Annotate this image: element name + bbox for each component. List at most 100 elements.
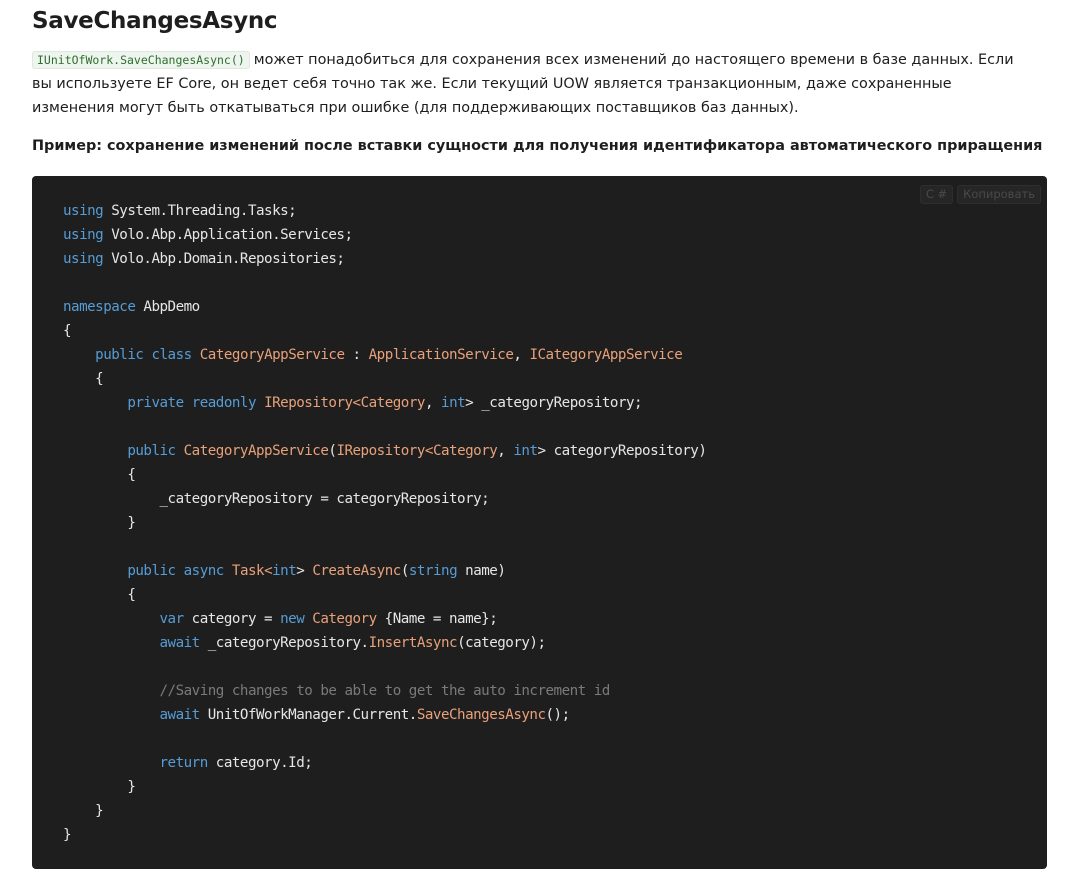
code-token: < bbox=[424, 443, 434, 459]
code-token: { bbox=[63, 323, 72, 339]
code-token: , bbox=[497, 443, 514, 459]
code-token: namespace bbox=[63, 299, 136, 315]
code-line: //Saving changes to be able to get the a… bbox=[63, 679, 706, 703]
code-token: class bbox=[151, 347, 192, 363]
code-token: Category bbox=[360, 395, 426, 411]
code-token: Category bbox=[432, 443, 498, 459]
code-token: ICategoryAppService bbox=[529, 347, 683, 363]
code-token: AbpDemo bbox=[135, 299, 200, 315]
code-line: } bbox=[63, 823, 706, 847]
code-line: using Volo.Abp.Application.Services; bbox=[63, 223, 706, 247]
code-line: public async Task<int> CreateAsync(strin… bbox=[63, 559, 706, 583]
code-line: await UnitOfWorkManager.Current.SaveChan… bbox=[63, 703, 706, 727]
code-token: (); bbox=[545, 707, 571, 723]
code-token: int bbox=[272, 563, 297, 579]
code-token: category.Id; bbox=[207, 755, 313, 771]
code-token: return bbox=[159, 755, 209, 771]
code-line: await _categoryRepository.InsertAsync(ca… bbox=[63, 631, 706, 655]
code-token: SaveChangesAsync bbox=[416, 707, 546, 723]
code-token: } bbox=[63, 515, 136, 531]
code-token: name) bbox=[457, 563, 506, 579]
code-line: { bbox=[63, 367, 706, 391]
code-token: UnitOfWorkManager.Current. bbox=[199, 707, 418, 723]
code-token: private bbox=[127, 395, 184, 411]
code-content: using System.Threading.Tasks; using Volo.… bbox=[63, 199, 707, 847]
inline-code-unitofwork: IUnitOfWork.SaveChangesAsync() bbox=[32, 51, 250, 69]
intro-paragraph: IUnitOfWork.SaveChangesAsync() может пона… bbox=[32, 48, 1032, 120]
code-token: } bbox=[63, 827, 72, 843]
code-line: { bbox=[63, 583, 706, 607]
code-token: public bbox=[127, 563, 176, 579]
code-token: public bbox=[95, 347, 144, 363]
code-token: _categoryRepository. bbox=[199, 635, 369, 651]
code-token: _categoryRepository = categoryRepository… bbox=[63, 491, 490, 507]
code-line: private readonly IRepository<Category, i… bbox=[63, 391, 706, 415]
code-token: > categoryRepository) bbox=[537, 443, 707, 459]
code-token: Task bbox=[231, 563, 265, 579]
code-line: var category = new Category {Name = name… bbox=[63, 607, 706, 631]
code-line: return category.Id; bbox=[63, 751, 706, 775]
code-toolbar: C # Копировать bbox=[919, 185, 1041, 204]
code-token: category = bbox=[183, 611, 281, 627]
code-token: Volo.Abp.Application.Services; bbox=[103, 227, 353, 243]
code-token: : bbox=[344, 347, 369, 363]
code-token: await bbox=[159, 635, 201, 651]
code-token: System.Threading.Tasks; bbox=[103, 203, 297, 219]
code-token: ( bbox=[400, 563, 410, 579]
code-token: new bbox=[280, 611, 305, 627]
code-token: using bbox=[63, 227, 104, 243]
code-token: //Saving changes to be able to get the a… bbox=[159, 683, 611, 699]
code-line: { bbox=[63, 319, 706, 343]
code-token: { bbox=[63, 467, 136, 483]
code-block: C # Копировать using System.Threading.Ta… bbox=[32, 176, 1047, 869]
code-token: CategoryAppService bbox=[199, 347, 345, 363]
code-token: , bbox=[424, 395, 442, 411]
language-label: C # bbox=[919, 185, 954, 204]
code-token: int bbox=[441, 395, 466, 411]
code-line: } bbox=[63, 511, 706, 535]
code-token: CategoryAppService bbox=[183, 443, 329, 459]
section-title: SaveChangesAsync bbox=[32, 8, 278, 34]
code-token: async bbox=[183, 563, 225, 579]
code-token: public bbox=[127, 443, 176, 459]
code-token: IRepository bbox=[264, 395, 353, 411]
code-token: InsertAsync bbox=[368, 635, 458, 651]
code-line: using Volo.Abp.Domain.Repositories; bbox=[63, 247, 706, 271]
example-heading: Пример: сохранение изменений после встав… bbox=[32, 138, 1043, 154]
code-line: { bbox=[63, 463, 706, 487]
code-line: namespace AbpDemo bbox=[63, 295, 706, 319]
code-token: } bbox=[63, 779, 136, 795]
code-line: public CategoryAppService(IRepository<Ca… bbox=[63, 439, 707, 463]
code-line: } bbox=[63, 775, 706, 799]
code-token: IRepository bbox=[336, 443, 425, 459]
code-token: (category); bbox=[457, 635, 546, 651]
code-line: using System.Threading.Tasks; bbox=[63, 199, 706, 223]
code-line: public class CategoryAppService : Applic… bbox=[63, 343, 706, 367]
code-token: { bbox=[63, 587, 136, 603]
code-token: , bbox=[513, 347, 530, 363]
code-token: using bbox=[63, 251, 104, 267]
code-token: await bbox=[159, 707, 201, 723]
code-token: string bbox=[408, 563, 458, 579]
code-token: Volo.Abp.Domain.Repositories; bbox=[103, 251, 345, 267]
code-token: readonly bbox=[191, 395, 257, 411]
code-token: Category bbox=[312, 611, 377, 627]
copy-button[interactable]: Копировать bbox=[957, 185, 1041, 204]
code-token: {Name = name}; bbox=[376, 611, 498, 627]
code-line: _categoryRepository = categoryRepository… bbox=[63, 487, 706, 511]
